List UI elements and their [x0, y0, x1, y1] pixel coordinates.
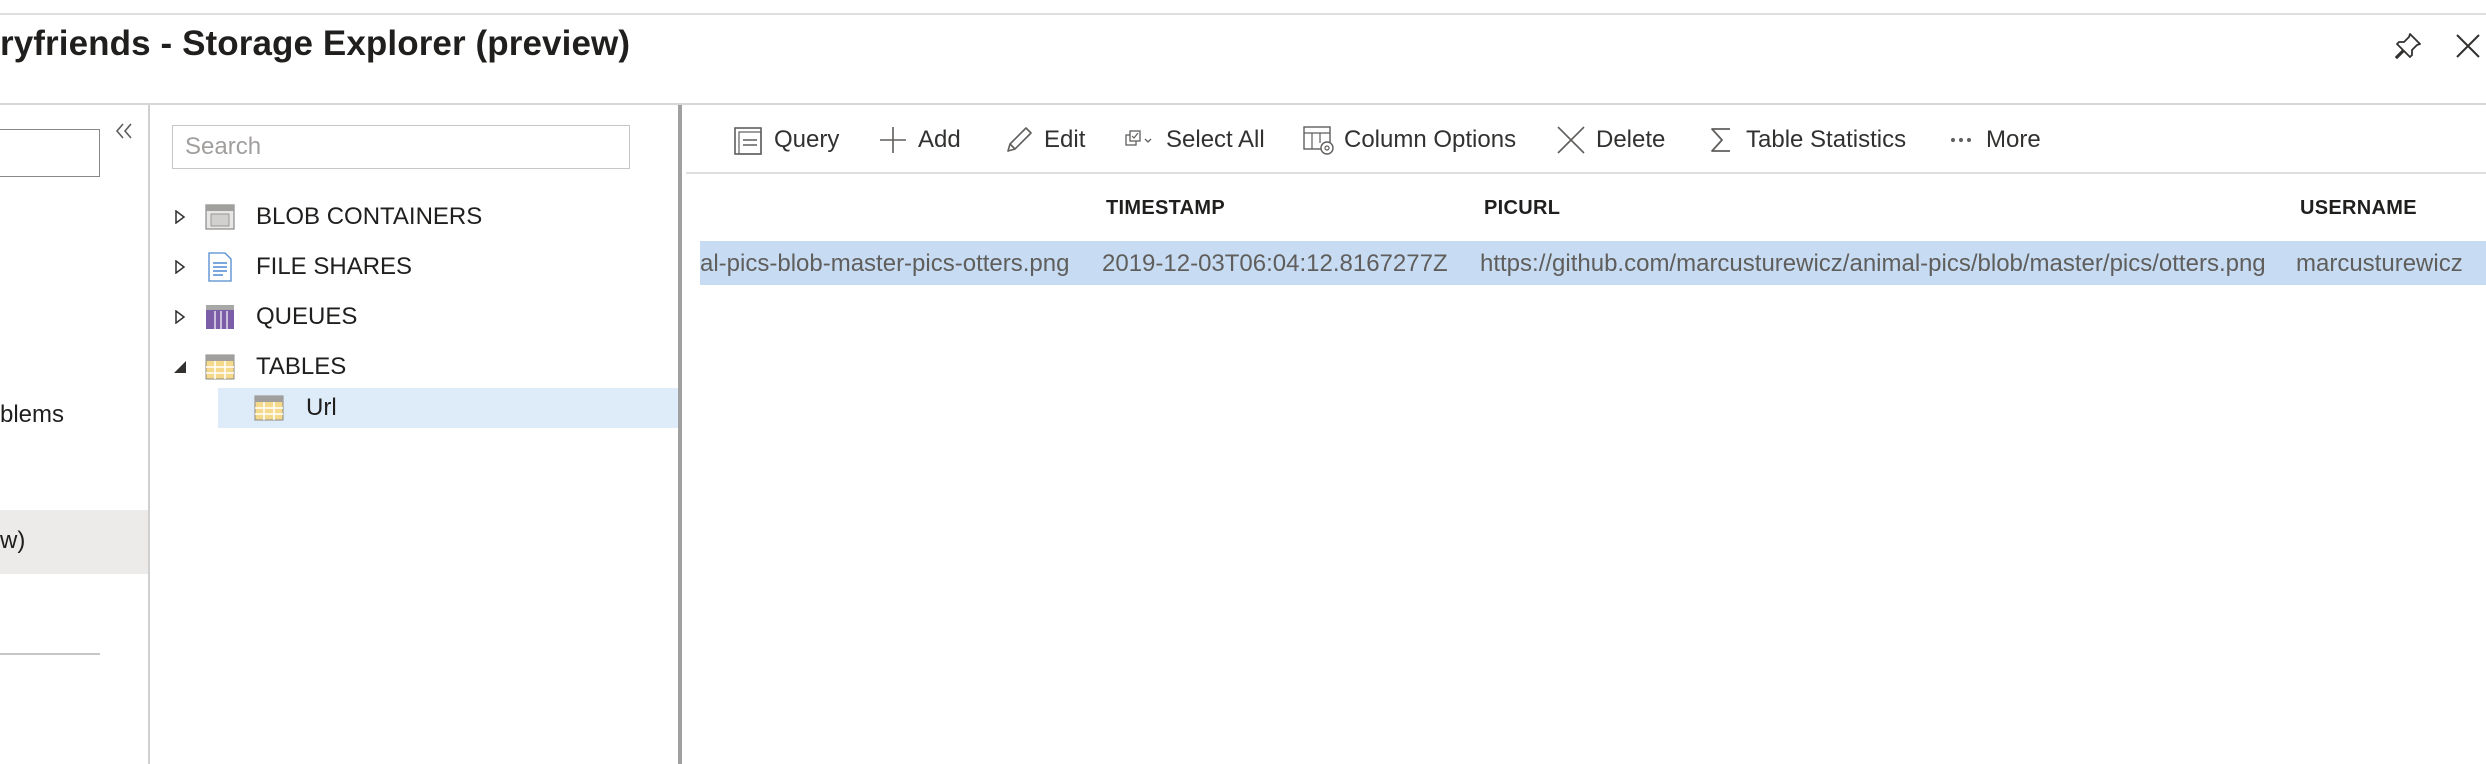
tree-node-tables[interactable]: TABLES [170, 345, 346, 389]
caret-down-icon[interactable] [170, 357, 190, 377]
edit-button[interactable]: Edit [1002, 117, 1085, 163]
tree-node-table-url[interactable]: Url [218, 388, 678, 428]
pin-button[interactable] [2388, 26, 2428, 66]
more-icon [1944, 123, 1978, 157]
toolbar-label: Query [774, 126, 840, 153]
blob-containers-icon [204, 203, 236, 231]
query-button[interactable]: Query [732, 117, 839, 163]
cell-username: marcusturewicz [2296, 250, 2463, 277]
double-chevron-left-icon [115, 123, 132, 139]
cell-timestamp: 2019-12-03T06:04:12.8167277Z [1102, 250, 1448, 277]
nav-item-storage-explorer[interactable]: w) [0, 510, 148, 574]
tree-node-label: TABLES [256, 353, 347, 380]
column-header-timestamp[interactable]: TIMESTAMP [1106, 197, 1225, 220]
caret-right-icon[interactable] [170, 257, 190, 277]
tables-icon [204, 353, 236, 381]
top-border [0, 13, 2486, 15]
table-statistics-button[interactable]: Table Statistics [1704, 117, 1906, 163]
delete-icon [1554, 123, 1588, 157]
tree-node-label: Url [306, 394, 337, 421]
nav-item-problems[interactable]: blems [0, 401, 64, 429]
column-header-username[interactable]: USERNAME [2300, 197, 2417, 220]
toolbar-label: Select All [1166, 126, 1265, 153]
toolbar-label: Delete [1596, 126, 1666, 153]
sigma-icon [1704, 123, 1738, 157]
caret-right-icon[interactable] [170, 207, 190, 227]
collapse-nav-button[interactable] [110, 117, 138, 145]
pin-icon [2395, 33, 2421, 59]
tree-node-file-shares[interactable]: FILE SHARES [170, 245, 412, 289]
close-button[interactable] [2448, 26, 2486, 66]
tree-node-label: QUEUES [256, 303, 358, 330]
delete-button[interactable]: Delete [1554, 117, 1665, 163]
column-options-button[interactable]: Column Options [1302, 117, 1516, 163]
left-nav: blems w) [0, 105, 150, 764]
left-nav-search-input[interactable] [0, 129, 100, 177]
toolbar-label: Add [918, 126, 961, 153]
select-all-button[interactable]: Select All [1124, 117, 1265, 163]
toolbar-label: More [1986, 126, 2041, 153]
tree-node-blob-containers[interactable]: BLOB CONTAINERS [170, 195, 482, 239]
add-button[interactable]: Add [876, 117, 961, 163]
toolbar-label: Column Options [1344, 126, 1517, 153]
cell-rowkey: al-pics-blob-master-pics-otters.png [700, 250, 1070, 277]
column-header-picurl[interactable]: PICURL [1484, 197, 1560, 220]
nav-item-label: w) [0, 527, 26, 554]
add-icon [876, 123, 910, 157]
table-icon [254, 394, 286, 422]
toolbar: Query Add Edit Select All Column Options… [686, 105, 2486, 174]
tree-node-queues[interactable]: QUEUES [170, 295, 357, 339]
toolbar-label: Table Statistics [1746, 126, 1907, 153]
tree-search-input[interactable] [172, 125, 630, 169]
file-shares-icon [204, 252, 236, 282]
edit-icon [1002, 123, 1036, 157]
table-row[interactable]: al-pics-blob-master-pics-otters.png 2019… [700, 241, 2486, 285]
tree-node-label: BLOB CONTAINERS [256, 203, 483, 230]
toolbar-label: Edit [1044, 126, 1086, 153]
query-icon [732, 123, 766, 157]
more-button[interactable]: More [1944, 117, 2041, 163]
window-title: ryfriends - Storage Explorer (preview) [0, 24, 631, 63]
select-all-icon [1124, 123, 1158, 157]
table-view: Query Add Edit Select All Column Options… [686, 105, 2486, 764]
cell-picurl: https://github.com/marcusturewicz/animal… [1480, 250, 2266, 277]
close-icon [2456, 34, 2480, 58]
caret-right-icon[interactable] [170, 307, 190, 327]
resource-tree-panel: BLOB CONTAINERS FILE SHARES QUEUES [150, 105, 682, 764]
column-options-icon [1302, 123, 1336, 157]
nav-divider [0, 653, 100, 655]
tree-node-label: FILE SHARES [256, 253, 413, 280]
queues-icon [204, 303, 236, 331]
